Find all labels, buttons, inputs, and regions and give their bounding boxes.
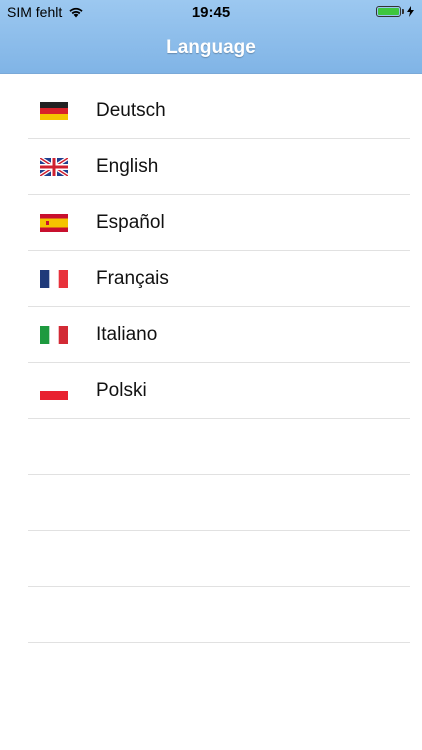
uk-flag-icon (40, 158, 68, 176)
language-label: Deutsch (96, 100, 166, 121)
language-label: English (96, 156, 159, 177)
navigation-bar: SIM fehlt 19:45 Language (0, 0, 422, 74)
battery-icon (376, 6, 401, 17)
empty-row (0, 475, 422, 531)
language-item-polski[interactable]: Polski (0, 363, 422, 419)
empty-row (0, 587, 422, 643)
language-label: Polski (96, 380, 147, 401)
spanish-flag-icon (40, 214, 68, 232)
language-item-francais[interactable]: Français (0, 251, 422, 307)
language-item-espanol[interactable]: Español (0, 195, 422, 251)
language-label: Italiano (96, 324, 158, 345)
language-list: Deutsch English Español Français Italian… (0, 83, 422, 643)
status-bar: SIM fehlt 19:45 (0, 0, 422, 24)
page-title: Language (166, 37, 256, 58)
french-flag-icon (40, 270, 68, 288)
language-item-english[interactable]: English (0, 139, 422, 195)
language-screen: SIM fehlt 19:45 Language Deutsch English… (0, 0, 422, 750)
empty-row (0, 531, 422, 587)
separator (28, 642, 410, 643)
german-flag-icon (40, 102, 68, 120)
polish-flag-icon (40, 382, 68, 400)
language-label: Français (96, 268, 169, 289)
language-item-italiano[interactable]: Italiano (0, 307, 422, 363)
empty-row (0, 419, 422, 475)
charging-bolt-icon (407, 6, 414, 17)
language-label: Español (96, 212, 165, 233)
status-time: 19:45 (191, 4, 231, 21)
italian-flag-icon (40, 326, 68, 344)
language-item-deutsch[interactable]: Deutsch (0, 83, 422, 139)
battery-indicator (376, 6, 414, 17)
